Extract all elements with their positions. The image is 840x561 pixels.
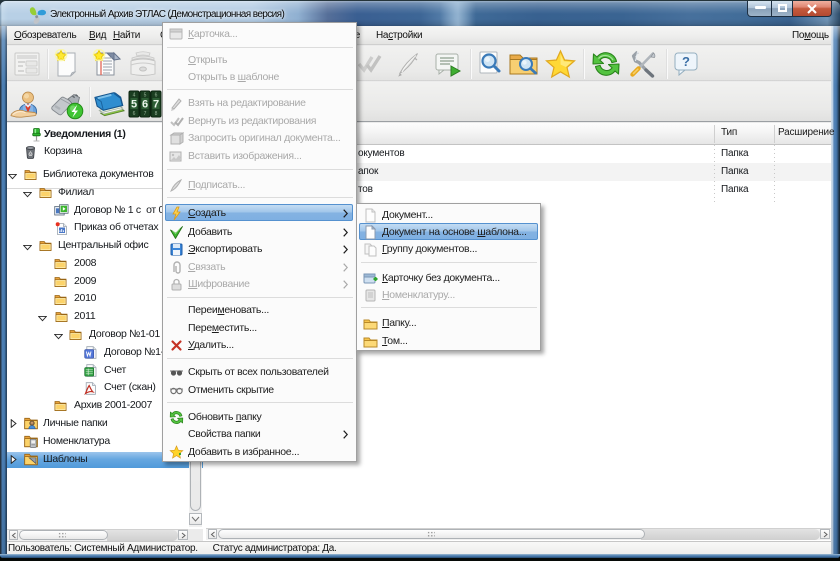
svg-text:4: 4 [133,93,136,99]
svg-text:6: 6 [155,93,158,99]
svg-text:5: 5 [131,99,137,111]
svg-text:7: 7 [153,99,159,111]
svg-text:?: ? [682,54,690,69]
svg-text:5: 5 [144,93,147,99]
svg-text:8: 8 [155,111,158,117]
svg-text:6: 6 [142,99,148,111]
svg-text:6: 6 [133,111,136,117]
svg-text:7: 7 [144,111,147,117]
